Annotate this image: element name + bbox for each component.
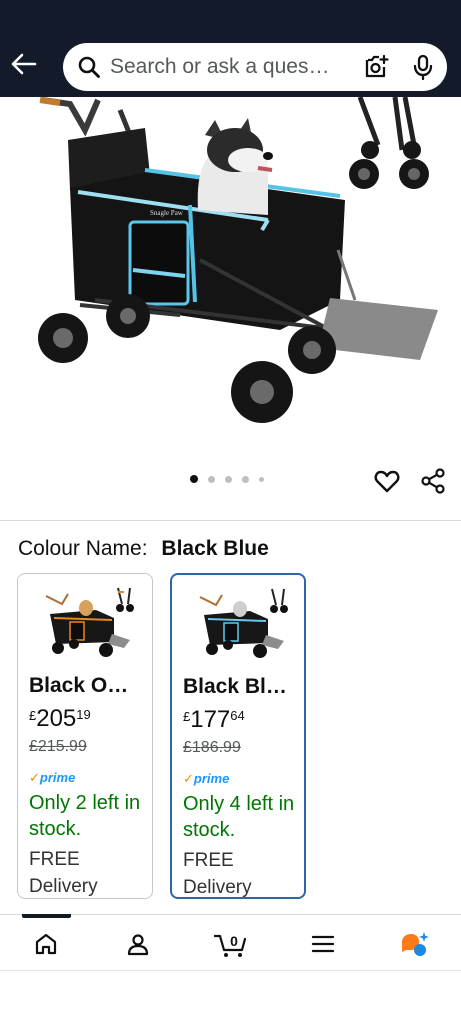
prime-badge: ✓prime	[183, 771, 230, 786]
back-arrow-icon	[11, 53, 37, 75]
pagination-dot	[242, 475, 249, 483]
home-icon	[35, 933, 57, 955]
colour-option-was-price: £215.99	[29, 738, 87, 755]
back-button[interactable]	[8, 48, 40, 80]
colour-selected-value: Black Blue	[161, 537, 269, 560]
share-icon	[421, 468, 445, 494]
colour-option-thumbnail	[199, 588, 288, 658]
colour-option-thumbnail	[45, 587, 134, 657]
add-to-wishlist-button[interactable]	[373, 467, 401, 495]
camera-search-icon[interactable]	[363, 54, 389, 80]
colour-option-price: £17764	[183, 706, 245, 734]
price-currency: £	[183, 709, 191, 724]
cart-count: 0	[230, 933, 238, 949]
pagination-dot	[208, 475, 215, 483]
product-image: Snagle Paw	[38, 97, 438, 423]
microphone-icon[interactable]	[411, 54, 435, 80]
colour-option-name: Black Bl…	[183, 675, 287, 698]
image-pagination	[190, 475, 264, 483]
stock-status: Only 2 left in stock.	[29, 792, 141, 840]
nav-cart[interactable]: 0	[184, 918, 276, 970]
pagination-dot	[259, 476, 264, 482]
top-header	[0, 0, 461, 97]
price-currency: £	[29, 708, 37, 723]
pagination-dot-active	[190, 475, 198, 483]
product-image-gallery[interactable]: Snagle Paw	[0, 97, 461, 467]
nav-rufus[interactable]	[369, 918, 461, 970]
search-input[interactable]	[110, 55, 355, 79]
share-button[interactable]	[419, 467, 447, 495]
delivery-info: FREE Delivery	[29, 849, 98, 897]
account-icon	[128, 934, 149, 956]
price-fraction: 19	[76, 707, 91, 722]
price-whole: 205	[36, 705, 77, 732]
search-icon	[78, 56, 100, 78]
rufus-icon	[401, 932, 429, 956]
colour-label: Colour Name:	[18, 537, 148, 560]
colour-option-card-selected[interactable]: Black Bl… £17764 £186.99 ✓prime Only 4 l…	[170, 573, 306, 899]
colour-name-row: Colour Name: Black Blue	[18, 537, 269, 561]
nav-menu[interactable]	[277, 918, 369, 970]
price-whole: 177	[190, 706, 231, 733]
colour-option-price: £20519	[29, 705, 91, 733]
bottom-navigation: 0	[0, 918, 461, 970]
menu-icon	[311, 935, 334, 953]
cart-icon: 0	[213, 933, 246, 957]
nav-account[interactable]	[92, 918, 184, 970]
search-bar[interactable]	[63, 43, 447, 91]
colour-option-card[interactable]: Black O… £20519 £215.99 ✓prime Only 2 le…	[17, 573, 153, 899]
colour-option-name: Black O…	[29, 674, 129, 697]
delivery-info: FREE Delivery	[183, 850, 252, 898]
prime-badge: ✓prime	[29, 770, 76, 785]
colour-option-was-price: £186.99	[183, 739, 241, 756]
svg-text:Snagle Paw: Snagle Paw	[150, 209, 184, 217]
pagination-dot	[225, 475, 232, 483]
section-divider	[0, 520, 461, 521]
price-fraction: 64	[230, 708, 245, 723]
nav-home[interactable]	[0, 918, 92, 970]
bottom-divider	[0, 970, 461, 971]
heart-icon	[374, 470, 400, 493]
stock-status: Only 4 left in stock.	[183, 793, 295, 841]
